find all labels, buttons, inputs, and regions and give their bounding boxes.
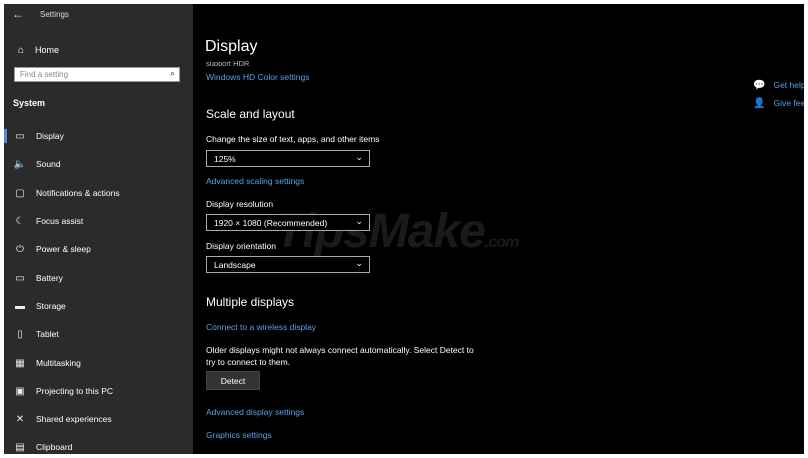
give-feedback-label: Give feedback <box>773 98 804 108</box>
title-bar: ← Settings <box>4 4 193 26</box>
sidebar-item-tablet[interactable]: ▯ Tablet <box>4 323 193 345</box>
watermark: TipsMake.com <box>275 204 519 259</box>
section-heading-scale: Scale and layout <box>206 107 295 121</box>
home-label: Home <box>35 45 60 55</box>
resolution-label: Display resolution <box>206 199 274 209</box>
sidebar-item-label: Power & sleep <box>36 244 91 254</box>
sidebar-item-battery[interactable]: ▭ Battery <box>4 267 193 289</box>
give-feedback-link[interactable]: 👤 Give feedback <box>753 98 804 109</box>
tablet-icon: ▯ <box>17 328 23 340</box>
hdr-color-link[interactable]: Windows HD Color settings <box>206 72 309 82</box>
search-placeholder: Find a setting <box>20 70 69 79</box>
notification-icon: ▢ <box>15 187 25 199</box>
detect-button[interactable]: Detect <box>206 371 260 390</box>
sidebar-item-label: Sound <box>36 159 61 169</box>
sidebar-item-storage[interactable]: ▬ Storage <box>4 295 193 317</box>
watermark-text: TipsMake <box>275 205 486 258</box>
sidebar-item-display[interactable]: ▭ Display <box>4 125 193 147</box>
window-title: Settings <box>40 10 69 19</box>
scale-dropdown[interactable]: 125% ⌄ <box>206 150 370 167</box>
scale-label: Change the size of text, apps, and other… <box>206 134 380 144</box>
get-help-label: Get help <box>773 80 804 90</box>
resolution-dropdown[interactable]: 1920 × 1080 (Recommended) ⌄ <box>206 214 370 231</box>
main-content: TipsMake.com Display support HDR Windows… <box>193 4 804 454</box>
sidebar-item-power-sleep[interactable]: ⏻ Power & sleep <box>4 238 193 260</box>
resolution-value: 1920 × 1080 (Recommended) <box>214 218 328 228</box>
section-label-system: System <box>13 98 46 108</box>
feedback-icon: 👤 <box>753 98 766 109</box>
sidebar-item-focus-assist[interactable]: ☾ Focus assist <box>4 210 193 232</box>
sidebar-item-shared-experiences[interactable]: ✕ Shared experiences <box>4 408 193 430</box>
chevron-down-icon: ⌄ <box>355 258 363 268</box>
monitor-icon: ▭ <box>15 130 25 142</box>
older-displays-text-line2: try to connect to them. <box>206 357 291 367</box>
sidebar-item-notifications[interactable]: ▢ Notifications & actions <box>4 182 193 204</box>
sidebar-item-label: Tablet <box>36 329 59 339</box>
chevron-down-icon: ⌄ <box>355 152 363 162</box>
chevron-down-icon: ⌄ <box>355 216 363 226</box>
sidebar-item-label: Battery <box>36 273 63 283</box>
orientation-label: Display orientation <box>206 241 276 251</box>
clipboard-icon: ▤ <box>15 441 25 453</box>
sidebar-item-label: Notifications & actions <box>36 188 120 198</box>
back-arrow-icon[interactable]: ← <box>12 7 24 21</box>
sidebar-item-label: Clipboard <box>36 442 73 452</box>
sidebar-item-home[interactable]: ⌂ Home <box>13 42 59 58</box>
moon-icon: ☾ <box>15 215 25 227</box>
wireless-display-link[interactable]: Connect to a wireless display <box>206 322 316 332</box>
battery-icon: ▭ <box>15 272 25 284</box>
multitasking-icon: ▦ <box>15 357 25 369</box>
older-displays-text-line1: Older displays might not always connect … <box>206 345 474 355</box>
sidebar: ← Settings ⌂ Home Find a setting ⌕ Syste… <box>4 4 193 454</box>
sidebar-item-label: Shared experiences <box>36 414 112 424</box>
graphics-settings-link[interactable]: Graphics settings <box>206 430 272 440</box>
scale-value: 125% <box>214 154 236 164</box>
advanced-scaling-link[interactable]: Advanced scaling settings <box>206 176 304 186</box>
advanced-display-link[interactable]: Advanced display settings <box>206 407 304 417</box>
home-icon: ⌂ <box>17 44 25 56</box>
help-chat-icon: 💬 <box>753 80 766 91</box>
settings-window: ← Settings ⌂ Home Find a setting ⌕ Syste… <box>4 4 804 454</box>
get-help-link[interactable]: 💬 Get help <box>753 80 804 91</box>
sidebar-item-sound[interactable]: 🔈 Sound <box>4 153 193 175</box>
sidebar-item-label: Display <box>36 131 64 141</box>
section-heading-multiple-displays: Multiple displays <box>206 295 295 309</box>
sidebar-item-projecting[interactable]: ▣ Projecting to this PC <box>4 380 193 402</box>
search-input[interactable]: Find a setting ⌕ <box>14 67 180 82</box>
search-icon: ⌕ <box>169 68 175 78</box>
power-icon: ⏻ <box>16 243 24 255</box>
sidebar-item-label: Projecting to this PC <box>36 386 114 396</box>
sidebar-item-label: Focus assist <box>36 216 84 226</box>
sidebar-item-multitasking[interactable]: ▦ Multitasking <box>4 352 193 374</box>
watermark-suffix: .com <box>484 234 519 251</box>
speaker-icon: 🔈 <box>13 158 27 170</box>
page-title: Display <box>205 38 258 55</box>
sidebar-item-label: Storage <box>36 301 66 311</box>
cut-off-text: support HDR <box>206 59 250 66</box>
sidebar-item-clipboard[interactable]: ▤ Clipboard <box>4 436 193 454</box>
orientation-value: Landscape <box>214 260 256 270</box>
orientation-dropdown[interactable]: Landscape ⌄ <box>206 256 370 273</box>
projector-icon: ▣ <box>15 385 25 397</box>
shared-icon: ✕ <box>15 413 25 425</box>
storage-icon: ▬ <box>15 300 25 312</box>
sidebar-item-label: Multitasking <box>36 358 81 368</box>
